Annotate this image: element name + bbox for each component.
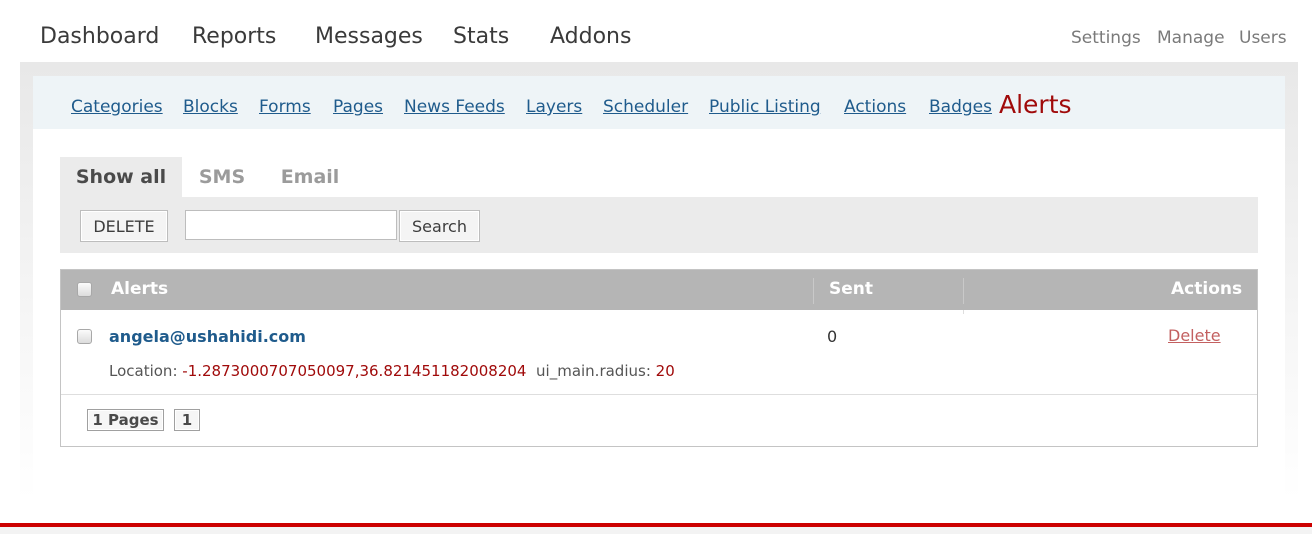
alert-type-tabs: Show all SMS Email [60,157,1258,197]
action-bar: DELETE Search [60,197,1258,253]
nav-manage[interactable]: Manage [1157,28,1225,48]
location-label: Location: [109,362,178,380]
alert-details: Location: -1.2873000707050097,36.8214511… [109,362,675,380]
tab-email[interactable]: Email [268,157,352,197]
row-select-checkbox[interactable] [77,329,92,344]
header-alerts: Alerts [111,279,169,299]
alert-recipient-link[interactable]: angela@ushahidi.com [109,327,306,346]
subnav-forms[interactable]: Forms [259,97,311,117]
subnav-layers[interactable]: Layers [526,97,582,117]
page-count: 1 Pages [87,409,164,431]
alerts-table: Alerts Sent Actions angela@ushahidi.com … [60,269,1258,447]
nav-dashboard[interactable]: Dashboard [40,24,159,49]
column-divider [963,278,964,304]
header-actions: Actions [1171,279,1243,299]
select-all-checkbox[interactable] [77,282,92,297]
delete-button[interactable]: DELETE [80,210,168,242]
radius-value: 20 [655,362,675,380]
subnav-actions[interactable]: Actions [844,97,906,117]
subnav-public-listing[interactable]: Public Listing [709,97,821,117]
search-input[interactable] [185,210,397,240]
header-sent: Sent [829,279,874,299]
nav-settings[interactable]: Settings [1071,28,1141,48]
column-divider [813,278,814,304]
content-panel: Categories Blocks Forms Pages News Feeds… [33,76,1285,500]
subnav-news-feeds[interactable]: News Feeds [404,97,505,117]
nav-users[interactable]: Users [1239,28,1287,48]
row-delete-link[interactable]: Delete [1168,326,1221,345]
tab-sms[interactable]: SMS [188,157,256,197]
alert-sent-count: 0 [827,327,838,346]
table-header: Alerts Sent Actions [61,270,1257,310]
subnav-pages[interactable]: Pages [333,97,383,117]
subnav-badges[interactable]: Badges [929,97,992,117]
radius-label: ui_main.radius: [536,362,651,380]
search-button[interactable]: Search [399,210,480,242]
top-navigation: Dashboard Reports Messages Stats Addons … [0,0,1312,62]
page-number-1[interactable]: 1 [174,409,200,431]
table-row: angela@ushahidi.com Location: -1.2873000… [61,310,1257,395]
subnav-scheduler[interactable]: Scheduler [603,97,688,117]
tab-show-all[interactable]: Show all [60,157,182,197]
subnav-categories[interactable]: Categories [71,97,163,117]
content-frame: Categories Blocks Forms Pages News Feeds… [20,62,1298,500]
nav-reports[interactable]: Reports [192,24,276,49]
subnav-blocks[interactable]: Blocks [183,97,238,117]
nav-addons[interactable]: Addons [550,24,631,49]
settings-subnav: Categories Blocks Forms Pages News Feeds… [33,76,1285,129]
nav-stats[interactable]: Stats [453,24,509,49]
location-value: -1.2873000707050097,36.821451182008204 [182,362,527,380]
subnav-current-alerts: Alerts [999,90,1072,119]
column-divider [963,310,964,314]
footer-band [0,527,1312,534]
nav-messages[interactable]: Messages [315,24,423,49]
